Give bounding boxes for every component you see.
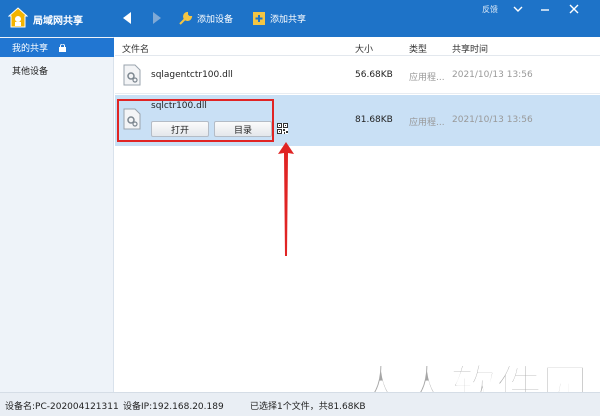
house-share-icon [8, 7, 28, 28]
status-selection: 已选择1个文件，共81.68KB [250, 402, 366, 412]
file-size: 81.68KB [355, 115, 393, 125]
dll-file-icon [123, 64, 141, 86]
lock-icon [59, 43, 67, 52]
file-type: 应用程... [409, 118, 445, 128]
file-size: 56.68KB [355, 70, 393, 80]
app-title: 局域网共享 [33, 16, 83, 27]
status-device-ip: 设备IP:192.168.20.189 [123, 402, 224, 412]
column-header-type[interactable]: 类型 [409, 42, 427, 55]
close-icon[interactable] [567, 3, 581, 15]
minimize-icon[interactable] [538, 3, 552, 15]
file-name: sqlagentctr100.dll [151, 70, 233, 80]
add-device-label: 添加设备 [197, 14, 234, 25]
back-arrow-icon[interactable] [120, 10, 134, 26]
sidebar: 我的共享 其他设备 [0, 37, 114, 392]
forward-arrow-icon[interactable] [150, 10, 164, 26]
qr-code-icon[interactable] [277, 123, 288, 134]
add-share-button[interactable]: 添加共享 [252, 9, 306, 27]
title-bar: 局域网共享 添加设备 添加共享 反馈 [0, 0, 600, 37]
status-bar: 设备名:PC-202004121311 设备IP:192.168.20.189 … [0, 392, 600, 416]
file-time: 2021/10/13 13:56 [452, 115, 533, 125]
sidebar-item-label: 其他设备 [12, 67, 49, 77]
sidebar-item-other-devices[interactable]: 其他设备 [0, 61, 114, 80]
file-list-header: 文件名 大小 类型 共享时间 [115, 37, 600, 56]
add-folder-icon [253, 11, 265, 25]
wrench-icon [179, 11, 193, 25]
sidebar-item-label: 我的共享 [12, 44, 49, 54]
column-header-size[interactable]: 大小 [355, 42, 373, 55]
column-header-name[interactable]: 文件名 [122, 42, 149, 55]
feedback-link[interactable]: 反馈 [482, 4, 498, 15]
menu-chevron-icon[interactable] [511, 3, 525, 15]
file-type: 应用程... [409, 73, 445, 83]
annotation-arrow-icon [278, 142, 294, 256]
sidebar-item-my-share[interactable]: 我的共享 [0, 38, 114, 57]
table-row[interactable]: sqlagentctr100.dll 56.68KB 应用程... 2021/1… [115, 57, 600, 94]
column-header-time[interactable]: 共享时间 [452, 42, 488, 55]
status-device-name: 设备名:PC-202004121311 [5, 402, 119, 412]
file-time: 2021/10/13 13:56 [452, 70, 533, 80]
add-device-button[interactable]: 添加设备 [178, 9, 233, 27]
annotation-highlight-box [117, 99, 274, 142]
add-share-label: 添加共享 [270, 14, 307, 25]
